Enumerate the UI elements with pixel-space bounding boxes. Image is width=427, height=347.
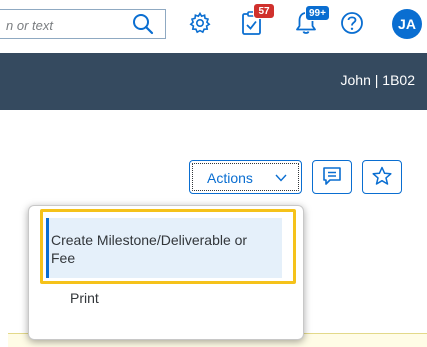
actions-button[interactable]: Actions [189, 160, 302, 194]
menu-item-label: Create Milestone/Deliverable or Fee [51, 232, 248, 266]
actions-menu: Create Milestone/Deliverable or Fee Prin… [28, 205, 304, 340]
tasks-count-badge: 57 [253, 3, 275, 19]
comments-button[interactable] [312, 160, 352, 194]
comment-icon [323, 166, 341, 185]
star-icon [372, 166, 392, 185]
gear-icon [189, 11, 211, 33]
search-button[interactable] [128, 12, 158, 38]
help-icon [341, 11, 363, 34]
chevron-down-icon [275, 174, 287, 182]
favorite-button[interactable] [362, 160, 402, 194]
actions-button-label: Actions [207, 170, 253, 186]
user-avatar[interactable]: JA [392, 9, 422, 39]
menu-item-label: Print [70, 290, 99, 306]
page-header: John | 1B02 [0, 53, 427, 110]
menu-item-print[interactable]: Print [29, 286, 305, 310]
search-input[interactable] [6, 16, 126, 34]
menu-item-create-milestone[interactable]: Create Milestone/Deliverable or Fee [29, 218, 305, 278]
help-button[interactable] [334, 7, 370, 41]
search-box [0, 9, 166, 39]
notifications-count-badge: 99+ [305, 5, 330, 21]
search-icon [133, 14, 154, 35]
user-info: John | 1B02 [340, 72, 415, 88]
shell-bar: 57 99+ JA [0, 0, 427, 53]
settings-button[interactable] [182, 7, 218, 41]
